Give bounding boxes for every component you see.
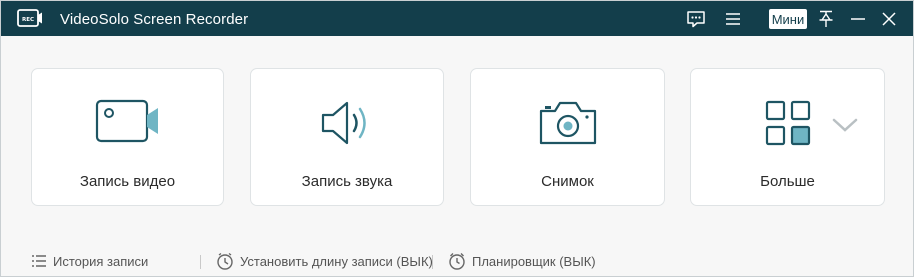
pin-icon	[819, 10, 833, 27]
divider	[432, 255, 433, 269]
minimize-button[interactable]	[848, 7, 868, 31]
divider	[200, 255, 201, 269]
close-button[interactable]	[879, 7, 899, 31]
app-logo-icon: REC	[17, 9, 42, 27]
video-recorder-card[interactable]: Запись видео	[31, 68, 224, 206]
more-tools-label: Больше	[760, 173, 815, 190]
minimize-icon	[851, 18, 865, 20]
list-icon	[32, 255, 46, 267]
camera-icon	[539, 101, 596, 145]
audio-recorder-label: Запись звука	[301, 173, 393, 190]
status-bar: История записи Установить длину записи (…	[1, 246, 913, 276]
snapshot-label: Снимок	[541, 173, 594, 190]
clock-icon	[217, 252, 233, 270]
video-recorder-label: Запись видео	[79, 173, 176, 190]
alarm-clock-icon	[449, 253, 465, 270]
recording-history-label: История записи	[53, 253, 149, 269]
video-camera-icon	[95, 99, 158, 143]
pin-button[interactable]	[816, 7, 836, 31]
set-record-length-label: Установить длину записи (ВЫК)	[240, 253, 433, 269]
app-window: REC VideoSolo Screen Recorder Мини Запис…	[0, 0, 914, 277]
svg-text:REC: REC	[22, 17, 34, 23]
task-scheduler-label: Планировщик (ВЫК)	[472, 253, 596, 269]
snapshot-card[interactable]: Снимок	[470, 68, 665, 206]
app-title: VideoSolo Screen Recorder	[60, 11, 249, 28]
audio-recorder-card[interactable]: Запись звука	[250, 68, 444, 206]
more-tools-card[interactable]: Больше	[690, 68, 885, 206]
mini-mode-button[interactable]: Мини	[769, 9, 807, 29]
task-scheduler-link[interactable]: Планировщик (ВЫК)	[448, 252, 596, 270]
speaker-icon	[321, 101, 366, 145]
set-record-length-link[interactable]: Установить длину записи (ВЫК)	[216, 252, 433, 270]
chat-icon	[687, 11, 705, 28]
close-icon	[882, 12, 896, 26]
grid-icon	[765, 100, 810, 146]
chevron-down-icon[interactable]	[831, 117, 859, 133]
title-bar[interactable]: REC VideoSolo Screen Recorder Мини	[1, 1, 913, 36]
recording-history-link[interactable]: История записи	[31, 252, 148, 270]
feedback-button[interactable]	[685, 7, 707, 31]
hamburger-menu-icon	[726, 13, 740, 25]
menu-button[interactable]	[723, 7, 743, 31]
